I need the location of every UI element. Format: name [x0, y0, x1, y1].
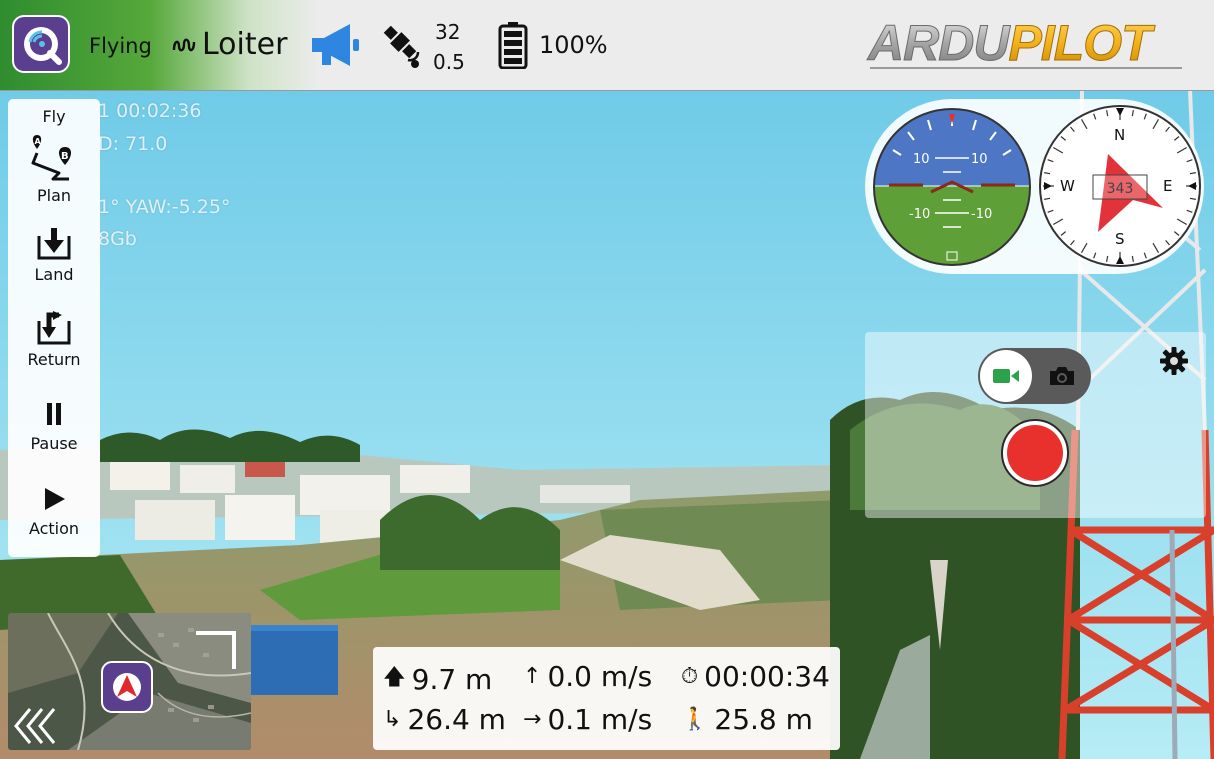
tool-land[interactable]: Land: [8, 226, 100, 284]
tool-land-label: Land: [34, 265, 74, 284]
tool-return[interactable]: Return: [8, 311, 100, 369]
tool-plan[interactable]: A B Plan: [8, 133, 100, 205]
overlay-time: 1 00:02:36: [98, 100, 202, 122]
altitude-value: 9.7 m: [411, 662, 493, 696]
horizontal-speed-readout: → 0.1 m/s: [523, 703, 652, 736]
ardupilot-logo: ARDUPILOT: [862, 14, 1192, 72]
record-button[interactable]: [1001, 419, 1069, 487]
pitch-label: -10: [971, 207, 992, 222]
pitch-label: 10: [913, 152, 930, 167]
tool-fly[interactable]: Fly: [8, 107, 100, 126]
tool-action-label: Action: [28, 519, 80, 538]
pitch-label: -10: [909, 207, 930, 222]
route-ab-icon: A B: [31, 135, 72, 181]
tool-pause-label: Pause: [30, 434, 78, 453]
vertical-speed-readout: ↑ 0.0 m/s: [523, 660, 652, 693]
play-icon: [45, 488, 65, 510]
instrument-panel[interactable]: 10 10 -10 -10 N E S W 343: [865, 99, 1204, 274]
home-distance-readout: 🚶 25.8 m: [681, 703, 813, 736]
pitch-label: 10: [971, 152, 988, 167]
battery-icon[interactable]: [498, 21, 528, 73]
camera-mode-toggle[interactable]: [978, 348, 1091, 404]
gear-icon[interactable]: [1159, 346, 1189, 380]
walker-icon: 🚶: [681, 707, 709, 732]
flight-mode-label: Loiter: [202, 27, 288, 62]
altitude-up-arrow-icon: 🡅: [383, 665, 406, 690]
photo-camera-icon[interactable]: [1048, 365, 1076, 387]
gps-hdop: 0.5: [433, 50, 465, 74]
land-icon: [37, 228, 71, 260]
megaphone-icon[interactable]: [308, 20, 362, 74]
tool-action[interactable]: Action: [8, 484, 100, 538]
wave-icon: [172, 38, 196, 51]
home-distance-value: 25.8 m: [714, 703, 813, 736]
attitude-indicator: 10 10 -10 -10: [873, 108, 1031, 266]
return-icon: [37, 311, 71, 345]
overlay-distance: D: 71.0: [98, 133, 168, 155]
flight-mode-selector[interactable]: Loiter: [172, 27, 287, 62]
distance-arrow-icon: ↳: [383, 707, 402, 732]
tool-plan-label: Plan: [36, 186, 72, 205]
vertical-speed-value: 0.0 m/s: [547, 660, 653, 693]
tool-fly-label: Fly: [42, 107, 66, 126]
vertical-speed-arrow-icon: ↑: [523, 664, 542, 689]
satellite-icon[interactable]: [378, 20, 428, 74]
camera-panel: [865, 332, 1206, 518]
battery-percent: 100%: [539, 31, 608, 59]
svg-text:ARDUPILOT: ARDUPILOT: [866, 15, 1156, 70]
svg-text:A: A: [35, 137, 42, 146]
horizontal-speed-arrow-icon: →: [523, 707, 542, 732]
flight-status[interactable]: Flying: [89, 34, 152, 58]
compass: N E S W 343: [1039, 105, 1201, 267]
pause-icon: [47, 403, 61, 425]
distance-readout: ↳ 26.4 m: [383, 703, 506, 736]
compass-north: N: [1114, 126, 1125, 144]
tool-strip: Fly A B Plan Land Return Pause Action: [8, 99, 100, 557]
stopwatch-icon: ⏱: [681, 664, 699, 689]
top-toolbar: Flying Loiter 32 0.5 100% ARDUPILOT: [0, 0, 1214, 91]
mini-map[interactable]: [8, 613, 251, 750]
horizontal-speed-value: 0.1 m/s: [547, 703, 653, 736]
distance-value: 26.4 m: [407, 703, 506, 736]
altitude-readout: 🡅 9.7 m: [383, 660, 492, 698]
flight-time-value: 00:00:34: [704, 660, 830, 693]
heading-value: 343: [1107, 181, 1134, 197]
tool-return-label: Return: [27, 350, 81, 369]
qgc-logo-icon[interactable]: [12, 15, 70, 73]
vehicle-marker-icon: [101, 661, 153, 713]
svg-text:B: B: [61, 151, 69, 162]
compass-east: E: [1163, 177, 1172, 195]
overlay-storage: 8Gb: [98, 228, 137, 250]
video-camera-icon: [993, 369, 1019, 383]
tool-pause[interactable]: Pause: [8, 399, 100, 453]
telemetry-panel[interactable]: 🡅 9.7 m ↑ 0.0 m/s ⏱ 00:00:34 ↳ 26.4 m → …: [373, 647, 840, 750]
flight-time-readout: ⏱ 00:00:34: [681, 660, 830, 693]
compass-west: W: [1060, 177, 1075, 195]
gps-satellite-count: 32: [435, 20, 461, 44]
compass-south: S: [1115, 230, 1125, 248]
overlay-yaw: 1° YAW:-5.25°: [98, 196, 231, 218]
